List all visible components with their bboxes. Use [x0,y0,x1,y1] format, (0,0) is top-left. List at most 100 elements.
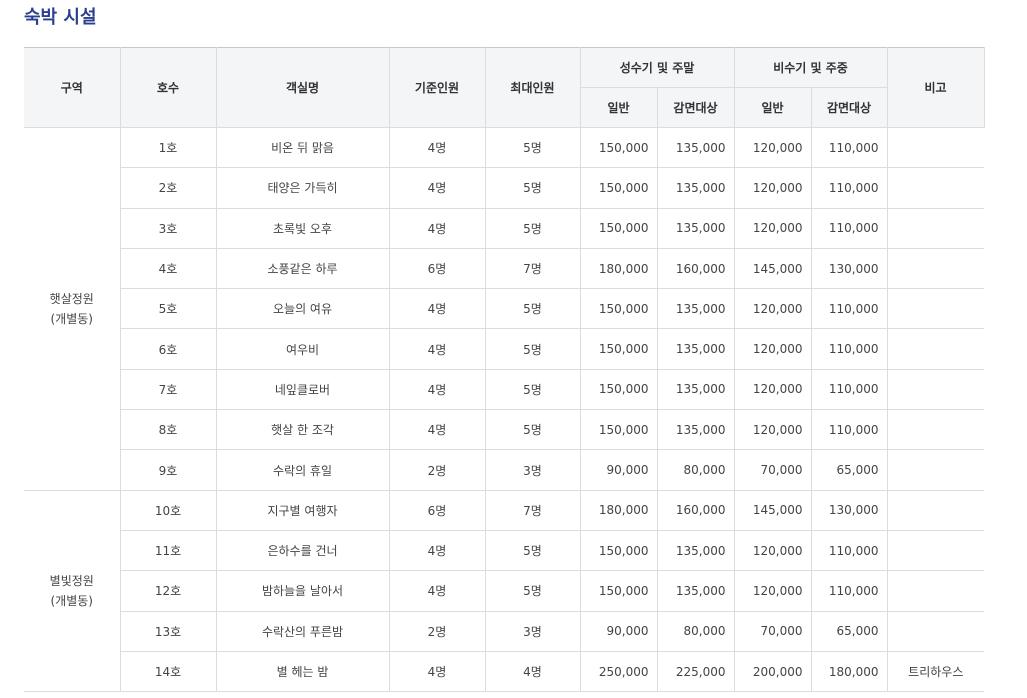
header-off-discount: 감면대상 [810,87,888,128]
peak-general-price: 180,000 [579,247,658,290]
off-general-price: 120,000 [733,167,812,209]
peak-general-price: 90,000 [579,610,658,652]
peak-discount-price: 135,000 [656,126,735,169]
peak-discount-price: 160,000 [656,489,735,531]
peak-discount-price: 225,000 [656,650,735,693]
off-discount-price: 110,000 [810,529,888,572]
room-no-cell: 14호 [119,650,217,693]
table-row: 6호 여우비 4명 5명 150,000 135,000 120,000 110,000 [24,328,985,370]
header-peak-discount: 감면대상 [656,87,735,128]
room-name-cell: 태양은 가득히 [215,167,390,209]
room-name-cell: 별 헤는 밤 [215,650,390,693]
base-capacity-cell: 4명 [388,167,486,209]
off-general-price: 120,000 [733,570,812,612]
peak-general-price: 90,000 [579,449,658,491]
off-general-price: 120,000 [733,328,812,370]
table-row: 3호 초록빛 오후 4명 5명 150,000 135,000 120,000 110,000 [24,207,985,249]
peak-general-price: 150,000 [579,529,658,572]
header-off-general: 일반 [733,87,812,128]
room-no-cell: 13호 [119,610,217,652]
base-capacity-cell: 6명 [388,247,486,290]
peak-general-price: 150,000 [579,368,658,411]
peak-discount-price: 135,000 [656,207,735,249]
base-capacity-cell: 2명 [388,449,486,491]
peak-discount-price: 80,000 [656,610,735,652]
table-row: 햇살정원 (개별동) 1호 비온 뒤 맑음 4명 5명 150,000 135,000 120,… [24,126,985,491]
table-row: 7호 네잎클로버 4명 5명 150,000 135,000 120,000 110,000 [24,368,985,411]
table-row: 4호 소풍같은 하루 6명 7명 180,000 160,000 145,000 130,00… [24,247,985,290]
zone-cell: 햇살정원 (개별동) [24,127,121,491]
table-row: 11호 은하수를 건너 4명 5명 150,000 135,000 120,000 110,0… [24,529,985,572]
room-no-cell: 5호 [119,288,217,330]
room-name-cell: 은하수를 건너 [215,529,390,572]
header-note: 비고 [886,47,985,128]
room-no-cell: 12호 [119,570,217,612]
off-discount-price: 65,000 [810,610,888,652]
peak-discount-price: 135,000 [656,167,735,209]
header-room-no: 호수 [119,47,217,128]
zone-type: (개별동) [50,311,93,326]
peak-general-price: 150,000 [579,167,658,209]
header-peak-general: 일반 [580,87,658,128]
off-general-price: 145,000 [733,489,812,531]
zone-cell: 별빛정원 (개별동) [24,489,121,693]
room-name-cell: 지구별 여행자 [215,489,390,531]
base-capacity-cell: 2명 [388,610,486,652]
max-capacity-cell: 3명 [484,610,581,652]
off-discount-price: 110,000 [810,570,888,612]
note-cell [886,167,985,209]
max-capacity-cell: 5명 [484,409,581,451]
base-capacity-cell: 4명 [388,529,486,572]
room-name-cell: 여우비 [215,328,390,370]
peak-general-price: 150,000 [579,570,658,612]
room-no-cell: 6호 [119,328,217,370]
peak-general-price: 150,000 [579,328,658,370]
room-name-cell: 네잎클로버 [215,368,390,411]
header-peak-season: 성수기 및 주말 [579,47,735,88]
off-general-price: 120,000 [733,126,812,169]
off-general-price: 145,000 [733,247,812,290]
peak-discount-price: 135,000 [656,368,735,411]
max-capacity-cell: 5명 [484,207,581,249]
room-name-cell: 밤하늘을 날아서 [215,570,390,612]
max-capacity-cell: 5명 [484,126,581,169]
max-capacity-cell: 3명 [484,449,581,491]
peak-discount-price: 135,000 [656,570,735,612]
off-discount-price: 110,000 [810,126,888,169]
zone-name: 햇살정원 [49,291,94,306]
header-zone: 구역 [24,47,121,128]
peak-general-price: 150,000 [579,207,658,249]
off-general-price: 70,000 [733,449,812,491]
peak-discount-price: 80,000 [656,449,735,491]
max-capacity-cell: 5명 [484,570,581,612]
table-row: 별빛정원 (개별동) 10호 지구별 여행자 6명 7명 180,000 160,000 145… [24,489,985,693]
note-cell [886,409,985,451]
table-row: 8호 햇살 한 조각 4명 5명 150,000 135,000 120,000 110,00… [24,409,985,451]
max-capacity-cell: 5명 [484,167,581,209]
room-name-cell: 햇살 한 조각 [215,409,390,451]
peak-general-price: 150,000 [579,126,658,169]
room-no-cell: 1호 [119,126,217,169]
off-discount-price: 180,000 [810,650,888,693]
max-capacity-cell: 7명 [484,247,581,290]
note-cell [886,288,985,330]
page-title: 숙박 시설 [24,7,97,28]
peak-discount-price: 135,000 [656,529,735,572]
table-row: 14호 별 헤는 밤 4명 4명 250,000 225,000 200,000 180,00… [24,650,985,693]
zone-name: 별빛정원 [49,573,94,588]
accommodation-table: 구역 호수 객실명 기준인원 최대인원 성수기 및 주말 비수기 및 주중 비고… [24,47,985,693]
note-cell [886,529,985,572]
base-capacity-cell: 4명 [388,570,486,612]
off-general-price: 120,000 [733,288,812,330]
off-discount-price: 65,000 [810,449,888,491]
note-cell [886,449,985,491]
table-row: 2호 태양은 가득히 4명 5명 150,000 135,000 120,000 110,00… [24,167,985,209]
room-no-cell: 11호 [119,529,217,572]
note-cell [886,570,985,612]
room-name-cell: 초록빛 오후 [215,207,390,249]
note-cell [886,610,985,652]
note-cell [886,247,985,290]
peak-general-price: 250,000 [579,650,658,693]
base-capacity-cell: 4명 [388,368,486,411]
note-cell: 트리하우스 [886,650,985,693]
